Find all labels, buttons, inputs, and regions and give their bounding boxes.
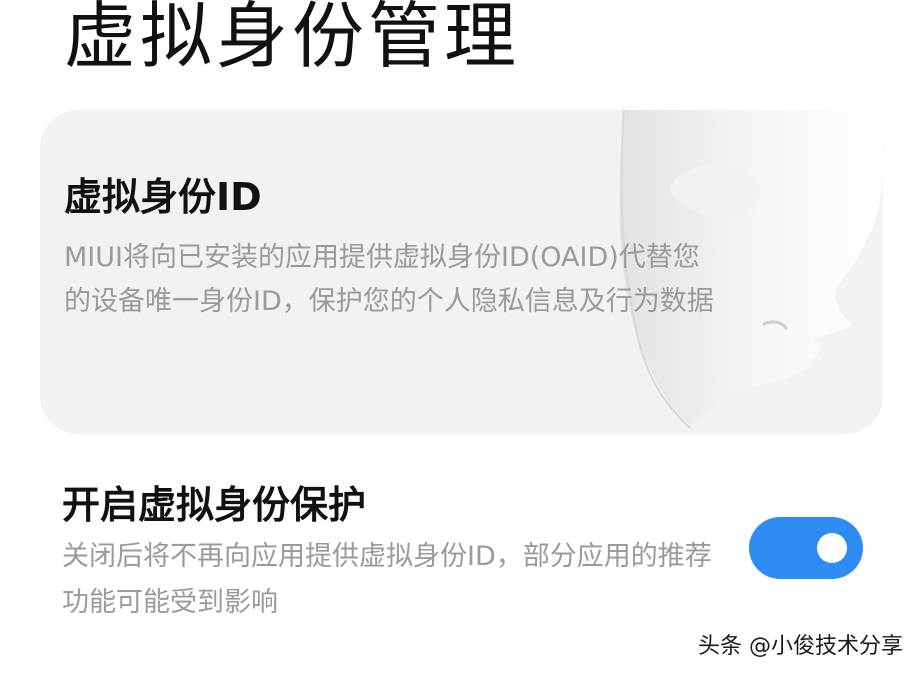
virtual-identity-toggle[interactable]	[749, 517, 863, 579]
page-title: 虚拟身份管理	[64, 0, 521, 78]
virtual-identity-page: 虚拟身份管理 虚拟身份ID MIUI将向已安装的应用提供虚拟身份ID(OAID)…	[0, 0, 923, 679]
virtual-id-info-card: 虚拟身份ID MIUI将向已安装的应用提供虚拟身份ID(OAID)代替您的设备唯…	[40, 110, 883, 434]
virtual-identity-protection-row[interactable]: 开启虚拟身份保护 关闭后将不再向应用提供虚拟身份ID，部分应用的推荐功能可能受到…	[0, 470, 923, 630]
info-card-description: MIUI将向已安装的应用提供虚拟身份ID(OAID)代替您的设备唯一身份ID，保…	[64, 242, 714, 317]
info-card-title: 虚拟身份ID	[64, 175, 262, 219]
watermark: 头条 @小俊技术分享	[698, 634, 903, 659]
setting-description: 关闭后将不再向应用提供虚拟身份ID，部分应用的推荐功能可能受到影响	[62, 541, 712, 618]
toggle-knob	[817, 533, 847, 563]
setting-title: 开启虚拟身份保护	[62, 483, 367, 527]
